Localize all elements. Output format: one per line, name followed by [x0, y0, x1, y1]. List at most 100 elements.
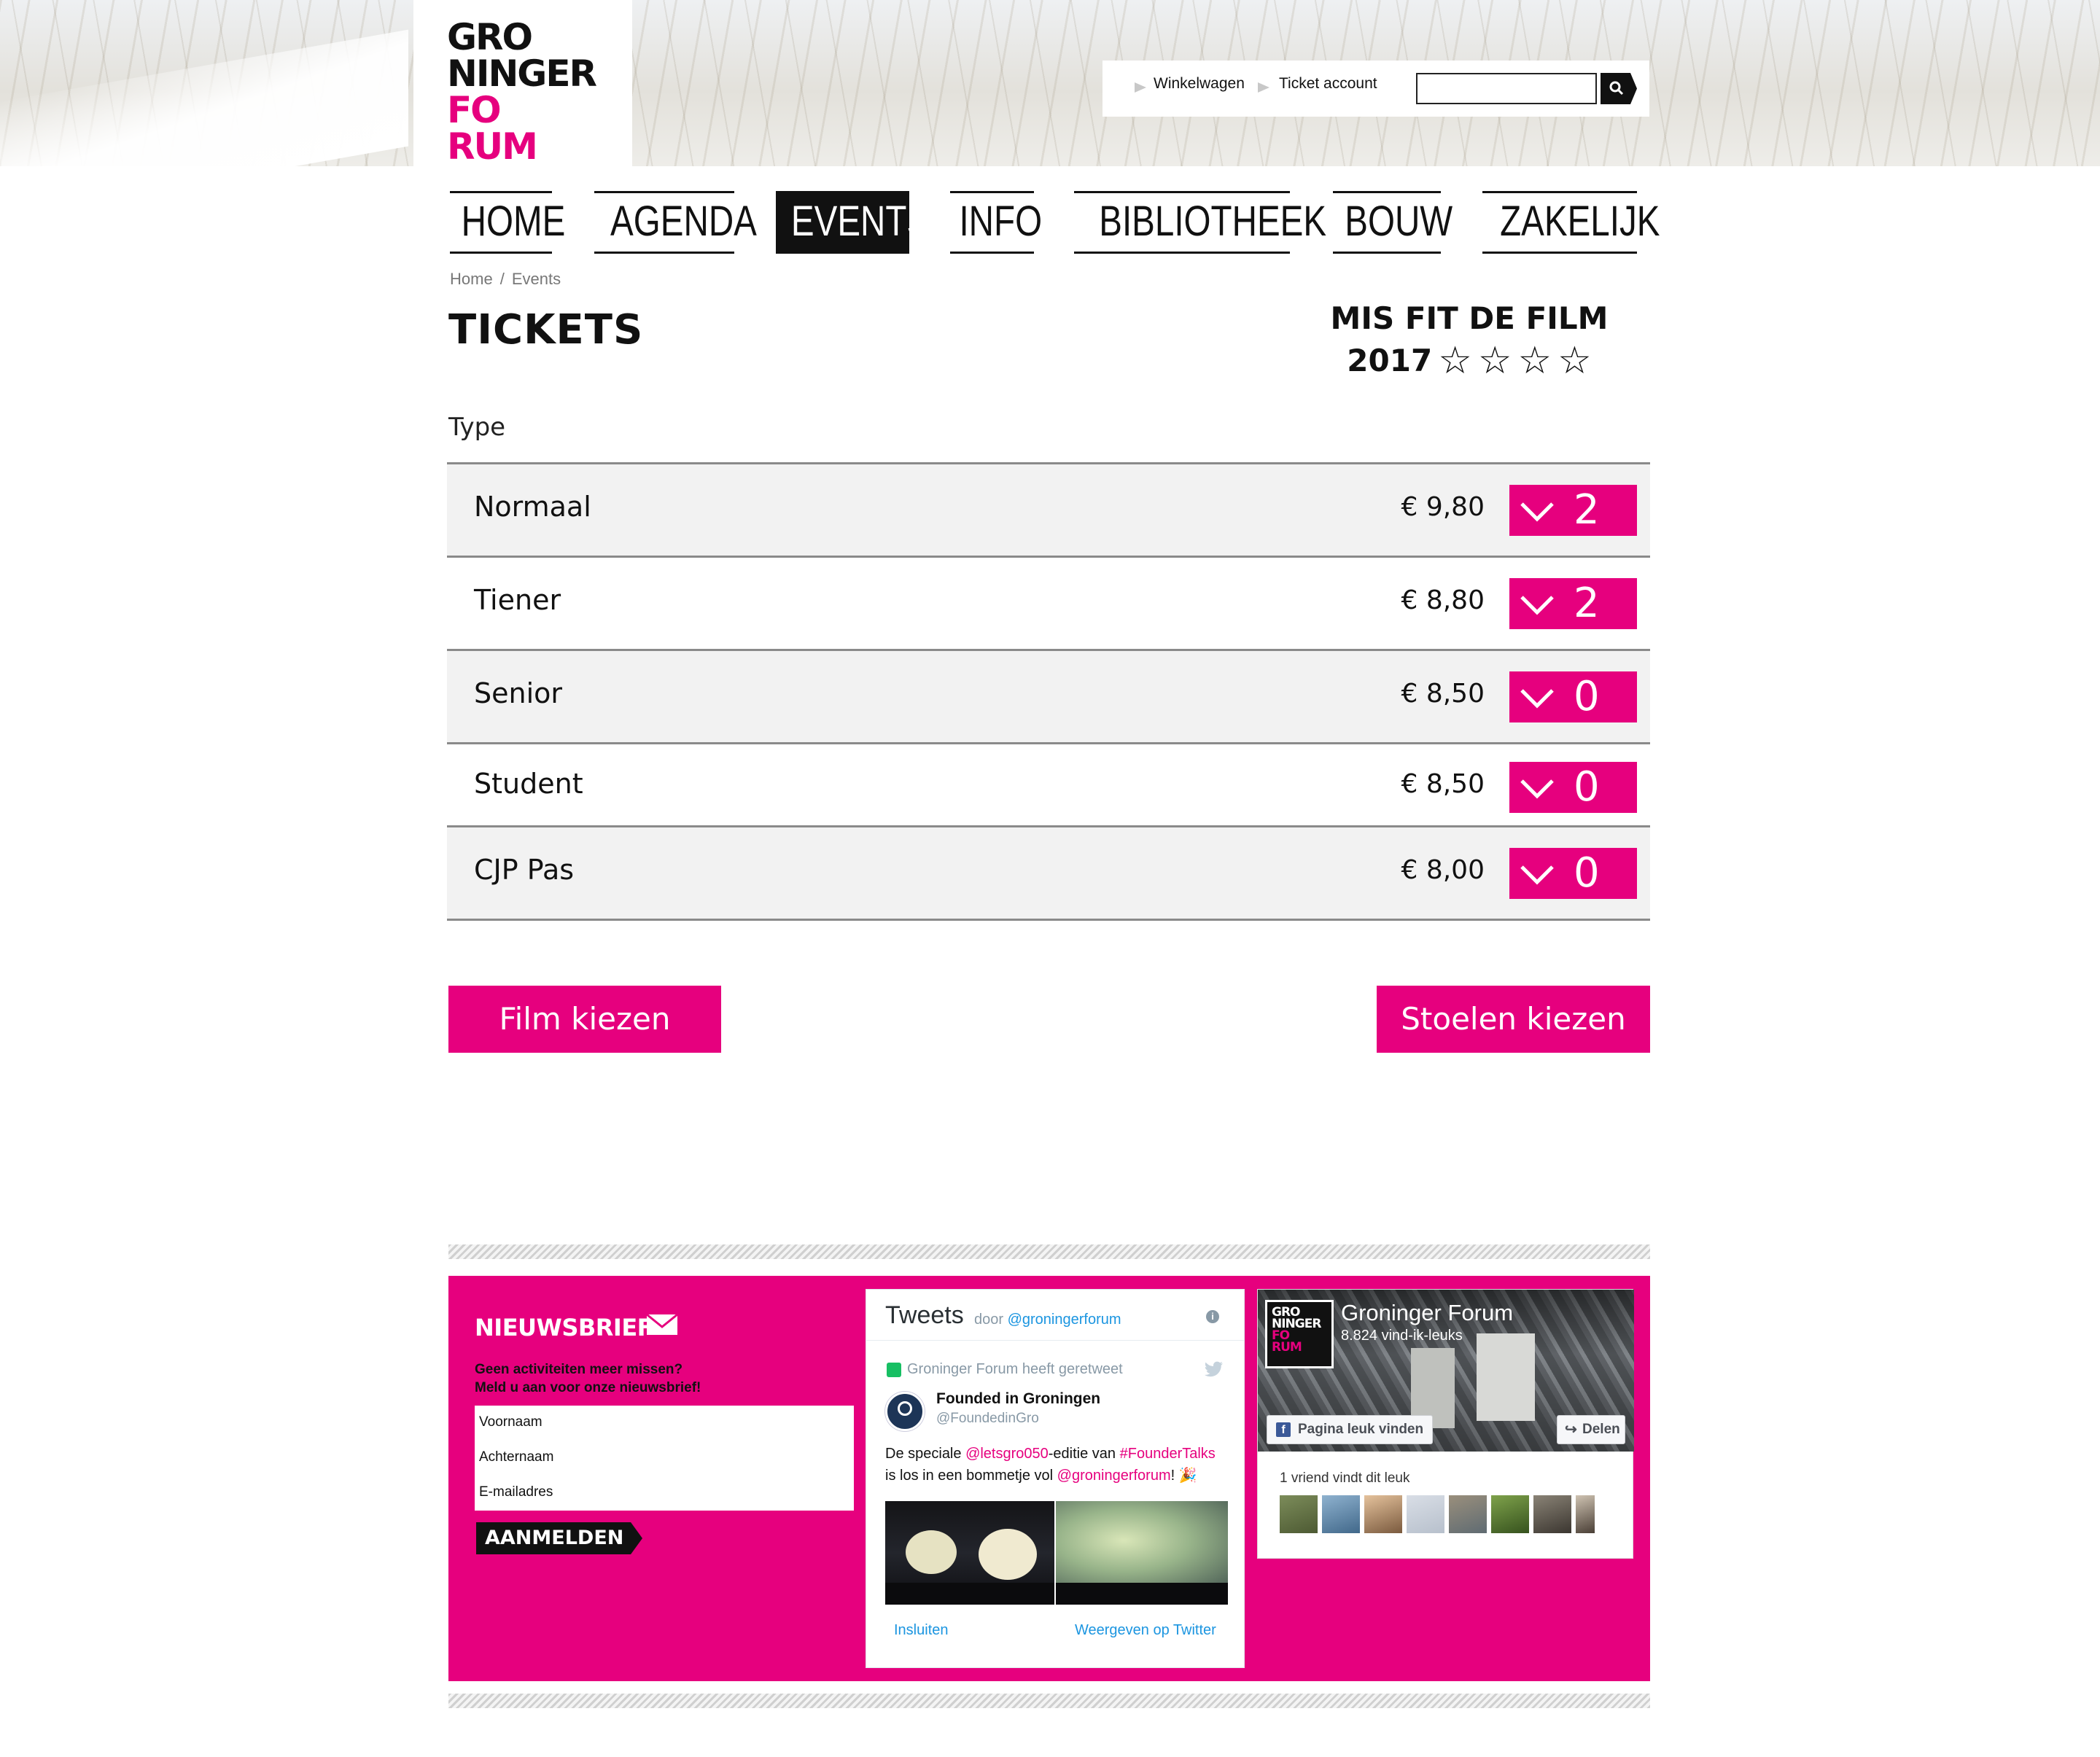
film-year: 2017: [1347, 343, 1433, 378]
facebook-page-logo[interactable]: GRO NINGER FO RUM: [1265, 1300, 1334, 1368]
nav-zakelijk[interactable]: ZAKELIJK: [1482, 191, 1660, 254]
nav-bibliotheek-label: BIBLIOTHEEK: [1099, 198, 1327, 245]
tweet-mention-link[interactable]: @letsgro050: [965, 1446, 1049, 1462]
quantity-select[interactable]: 0: [1509, 762, 1637, 813]
banner-photo: [0, 29, 408, 166]
nav-agenda[interactable]: AGENDA: [594, 191, 757, 254]
nav-info-label: INFO: [959, 198, 1043, 245]
tweet-mention-link[interactable]: @groningerforum: [1057, 1468, 1171, 1484]
avatar[interactable]: [1491, 1495, 1529, 1533]
quantity-select[interactable]: 0: [1509, 848, 1637, 899]
twitter-byline: door @groningerforum: [974, 1312, 1121, 1328]
ticket-row-student: Student € 8,50 0: [447, 742, 1650, 825]
tweet-author-name[interactable]: Founded in Groningen: [936, 1390, 1100, 1408]
nav-bibliotheek[interactable]: BIBLIOTHEEK: [1074, 191, 1326, 254]
star-empty-icon: ☆: [1558, 339, 1592, 383]
avatar[interactable]: [1364, 1495, 1402, 1533]
quantity-value: 0: [1574, 763, 1600, 811]
last-name-field[interactable]: Achternaam: [479, 1449, 553, 1465]
nav-info[interactable]: INFO: [950, 191, 1042, 254]
cart-link[interactable]: Winkelwagen: [1154, 75, 1245, 93]
choose-film-button[interactable]: Film kiezen: [448, 986, 721, 1053]
film-year-rating: 2017 ☆ ☆ ☆ ☆: [1305, 340, 1633, 382]
tweet-text: De speciale @letsgro050-editie van #Foun…: [885, 1443, 1228, 1487]
breadcrumb-separator: /: [499, 270, 505, 288]
quantity-value: 0: [1574, 849, 1600, 897]
newsletter-submit-button[interactable]: AANMELDEN: [476, 1522, 642, 1554]
twitter-account-link[interactable]: @groningerforum: [1008, 1312, 1121, 1328]
nav-home[interactable]: HOME: [450, 191, 565, 254]
tweet-photo[interactable]: [885, 1501, 1228, 1605]
retweet-icon: [887, 1363, 901, 1377]
cover-building: [1477, 1333, 1535, 1421]
ticket-name: Student: [474, 768, 583, 800]
quantity-value: 2: [1574, 486, 1600, 534]
newsletter-text: Geen activiteiten meer missen? Meld u aa…: [475, 1360, 701, 1397]
avatar[interactable]: [1322, 1495, 1360, 1533]
email-field[interactable]: E-mailadres: [479, 1484, 553, 1500]
choose-seats-button[interactable]: Stoelen kiezen: [1377, 986, 1650, 1053]
logo-text-3: FO: [447, 89, 502, 131]
view-on-twitter-link[interactable]: Weergeven op Twitter: [1075, 1622, 1216, 1639]
avatar[interactable]: [1533, 1495, 1571, 1533]
avatar[interactable]: [1449, 1495, 1487, 1533]
search-input[interactable]: [1416, 73, 1597, 104]
tweet-hashtag-link[interactable]: #FounderTalks: [1120, 1446, 1216, 1462]
film-title: MIS FIT DE FILM: [1330, 300, 1609, 336]
chevron-down-icon: [1520, 502, 1554, 522]
avatar[interactable]: [1280, 1495, 1318, 1533]
avatar[interactable]: [1576, 1495, 1595, 1533]
twitter-bird-icon[interactable]: [1205, 1361, 1224, 1377]
ticket-row-cjp-pas: CJP Pas € 8,00 0: [447, 825, 1650, 919]
chevron-down-icon: [1520, 779, 1554, 799]
nav-bouw-label: BOUW: [1345, 198, 1453, 245]
twitter-by-prefix: door: [974, 1312, 1004, 1328]
nav-events[interactable]: EVENTS: [776, 191, 930, 254]
tweet-author-handle[interactable]: @FoundedinGro: [936, 1411, 1039, 1427]
breadcrumb-events[interactable]: Events: [512, 270, 561, 288]
quantity-select[interactable]: 2: [1509, 578, 1637, 629]
nav-events-label: EVENTS: [790, 198, 930, 245]
facebook-share-button[interactable]: ↪ Delen: [1557, 1415, 1625, 1444]
star-empty-icon: ☆: [1438, 339, 1472, 383]
facebook-widget: GRO NINGER FO RUM Groninger Forum 8.824 …: [1257, 1289, 1634, 1559]
logo-text-4: RUM: [447, 125, 538, 168]
ticket-name: Tiener: [474, 584, 561, 616]
tweet-text-part: De speciale: [885, 1446, 966, 1462]
retweet-note: Groninger Forum heeft geretweet: [907, 1361, 1123, 1377]
first-name-field[interactable]: Voornaam: [479, 1414, 542, 1430]
breadcrumb-home[interactable]: Home: [450, 270, 493, 288]
ticket-name: Senior: [474, 677, 563, 709]
newsletter-title: NIEUWSBRIEF: [475, 1314, 653, 1341]
facebook-like-count: 8.824 vind-ik-leuks: [1341, 1328, 1463, 1344]
search-icon: [1609, 81, 1624, 96]
facebook-friend-faces: [1280, 1495, 1595, 1533]
photo-light: [979, 1529, 1037, 1580]
ticket-price: € 8,80: [1401, 585, 1485, 615]
chevron-down-icon: [1520, 596, 1554, 615]
site-logo[interactable]: GRO NINGER FO RUM: [413, 0, 632, 166]
ticket-account-link[interactable]: Ticket account: [1279, 75, 1377, 93]
facebook-icon: f: [1276, 1422, 1291, 1437]
quantity-select[interactable]: 2: [1509, 485, 1637, 536]
facebook-like-button[interactable]: f Pagina leuk vinden: [1267, 1415, 1433, 1444]
ticket-table: Normaal € 9,80 2 Tiener € 8,80 2 Senior …: [447, 462, 1650, 921]
tweet-text-part: is los in een bommetje vol: [885, 1468, 1057, 1484]
quantity-select[interactable]: 0: [1509, 671, 1637, 722]
header-banner: [0, 0, 2100, 166]
search-button[interactable]: [1601, 73, 1637, 104]
info-icon[interactable]: i: [1206, 1310, 1219, 1323]
tweet-text-part: -editie van: [1048, 1446, 1120, 1462]
breadcrumb: Home / Events: [450, 270, 561, 289]
facebook-page-name[interactable]: Groninger Forum: [1341, 1300, 1513, 1326]
avatar[interactable]: [1407, 1495, 1444, 1533]
twitter-widget: Tweets door @groningerforum i Groninger …: [866, 1289, 1245, 1668]
nav-bouw[interactable]: BOUW: [1333, 191, 1452, 254]
footer-divider-top: [448, 1244, 1650, 1259]
mail-icon: [646, 1314, 678, 1335]
embed-link[interactable]: Insluiten: [894, 1622, 949, 1639]
newsletter-text-line-2: Meld u aan voor onze nieuwsbrief!: [475, 1380, 701, 1395]
star-empty-icon: ☆: [1477, 339, 1512, 383]
ticket-name: Normaal: [474, 491, 591, 523]
avatar[interactable]: [885, 1392, 925, 1431]
